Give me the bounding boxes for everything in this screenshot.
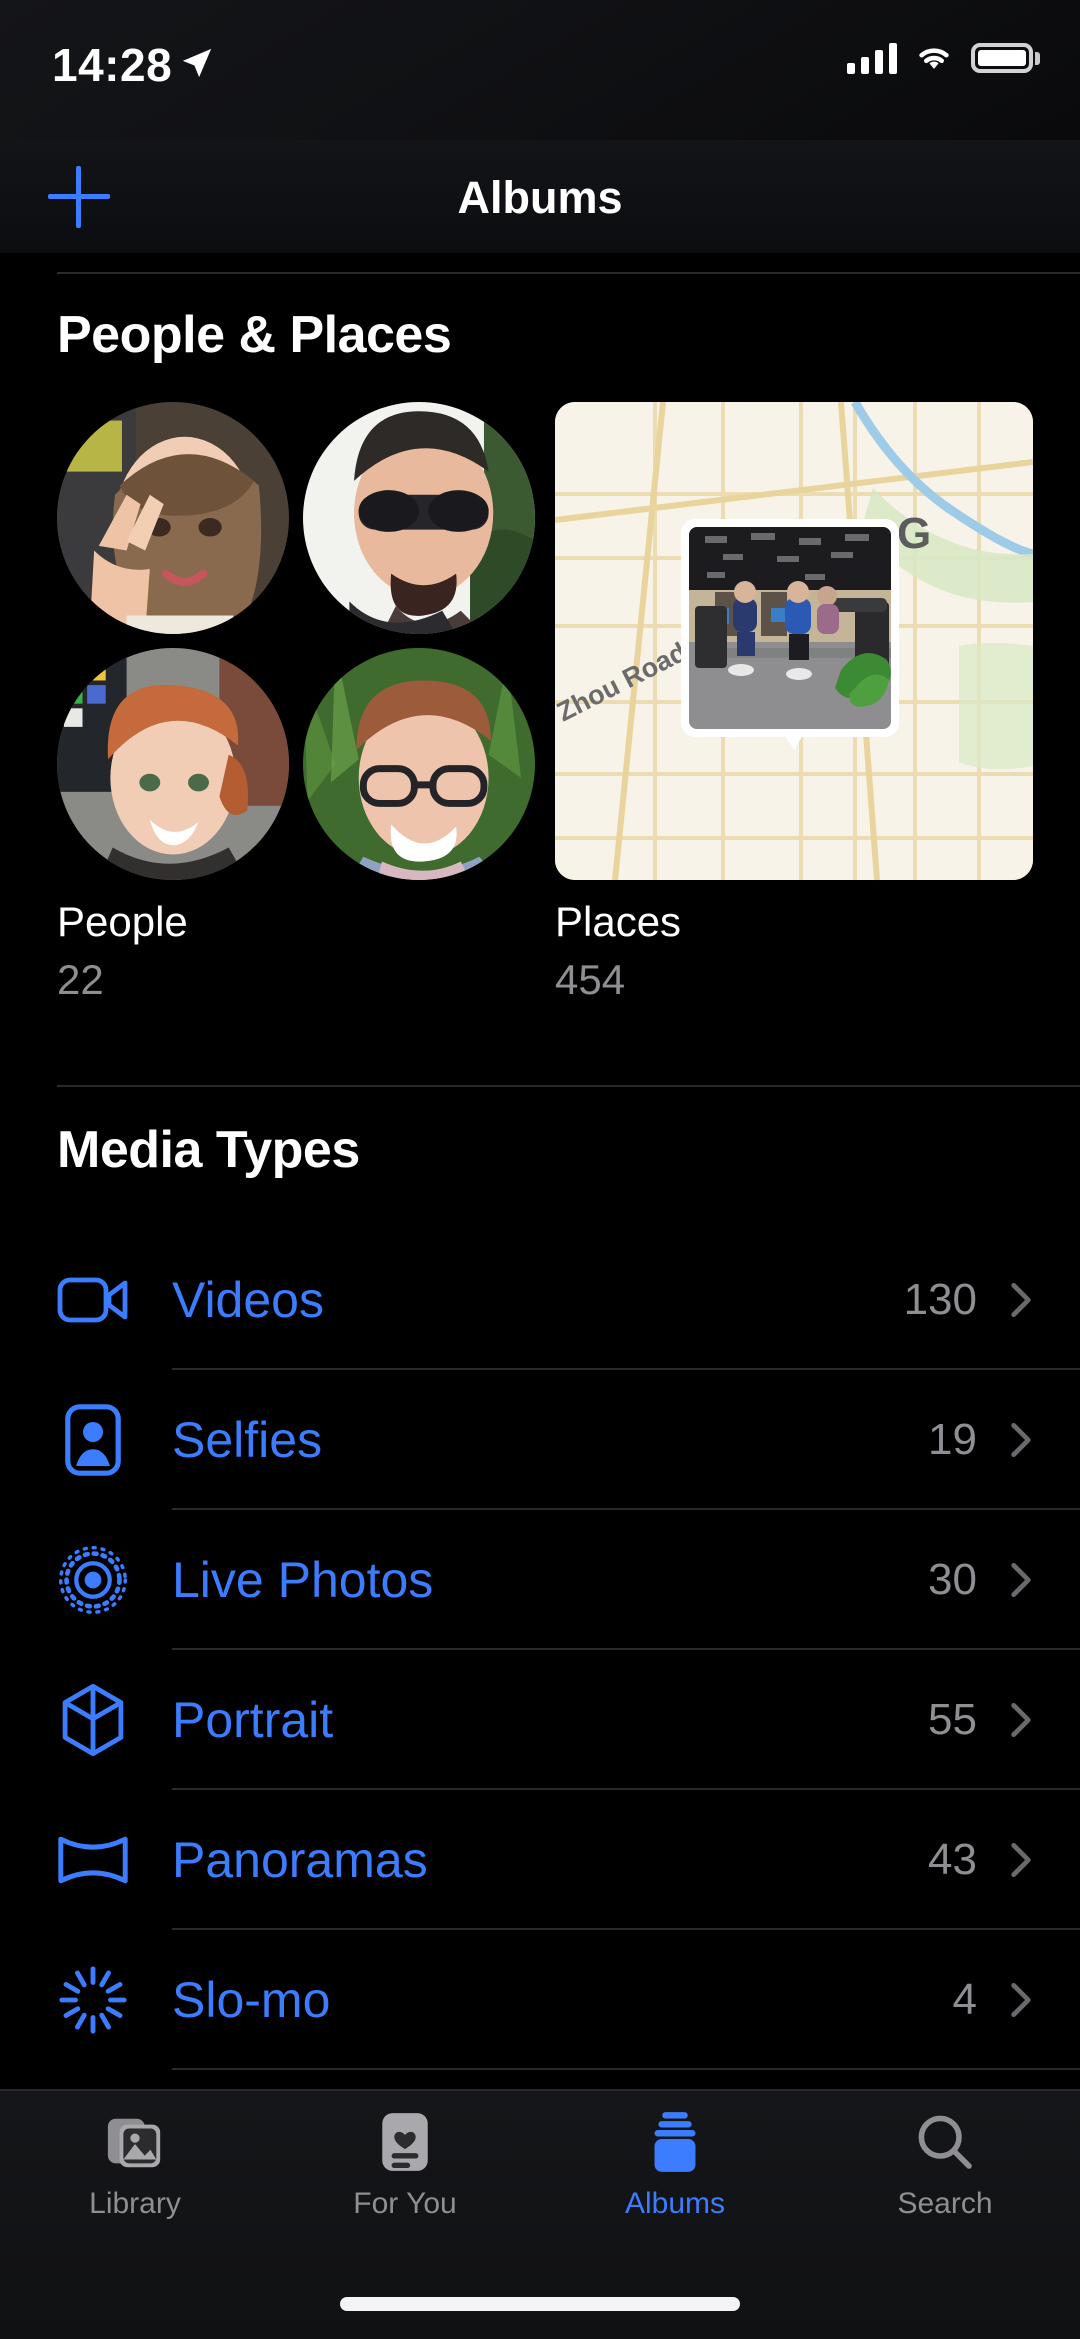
photos-library-icon (104, 2109, 166, 2175)
places-album-label: Places (555, 898, 682, 945)
media-type-label: Portrait (172, 1692, 334, 1748)
cube-portrait-icon (57, 1683, 129, 1757)
media-type-count: 30 (928, 1555, 977, 1604)
slo-mo-burst-icon (57, 1964, 129, 2036)
media-type-row-videos[interactable]: Videos 130 (0, 1230, 1080, 1370)
video-camera-icon (57, 1264, 129, 1336)
media-type-label: Panoramas (172, 1832, 428, 1888)
media-type-row-portrait[interactable]: Portrait 55 (0, 1650, 1080, 1790)
media-types-list: Videos 130 Selfies 19 Live Photos 30 Por… (0, 1230, 1080, 2070)
media-type-count: 130 (903, 1275, 977, 1324)
chevron-right-icon (1011, 1702, 1031, 1738)
media-type-count: 55 (928, 1695, 977, 1744)
row-divider (172, 2068, 1080, 2070)
people-album-label: People (57, 898, 188, 945)
people-album-thumbnails[interactable] (57, 402, 535, 880)
tab-for-you[interactable]: For You (270, 2109, 540, 2251)
tab-albums[interactable]: Albums (540, 2109, 810, 2251)
live-photo-icon (57, 1544, 129, 1616)
face-thumbnail-4 (303, 648, 535, 880)
location-arrow-icon (180, 46, 214, 85)
media-type-label: Videos (172, 1272, 324, 1328)
cellular-signal-icon (847, 42, 897, 74)
chevron-right-icon (1011, 1982, 1031, 2018)
chevron-right-icon (1011, 1562, 1031, 1598)
places-album-count: 454 (555, 956, 626, 1003)
places-album-map[interactable]: Zhou Road G (555, 402, 1033, 880)
tab-search[interactable]: Search (810, 2109, 1080, 2251)
tab-label: Albums (624, 2187, 726, 2220)
navigation-bar: Albums (0, 140, 1080, 253)
photos-albums-screen: 14:28 Albums People & Places Zhou Road G… (0, 0, 1080, 2339)
face-thumbnail-2 (303, 402, 535, 634)
people-album-count: 22 (57, 956, 104, 1003)
media-type-row-selfies[interactable]: Selfies 19 (0, 1370, 1080, 1510)
tab-label: For You (353, 2187, 457, 2220)
svg-text:G: G (897, 509, 931, 558)
home-indicator[interactable] (340, 2297, 740, 2311)
page-title: Albums (457, 172, 623, 223)
media-type-label: Selfies (172, 1412, 323, 1468)
panorama-icon (57, 1824, 129, 1896)
status-bar: 14:28 (0, 0, 1080, 140)
tab-label: Library (89, 2187, 181, 2220)
tab-bar: Library For You Albums Search (0, 2089, 1080, 2339)
tab-label: Search (897, 2187, 993, 2220)
face-thumbnail-1 (57, 402, 289, 634)
magnifier-icon (915, 2109, 975, 2175)
media-type-count: 19 (928, 1415, 977, 1464)
media-type-row-live-photos[interactable]: Live Photos 30 (0, 1510, 1080, 1650)
media-type-row-slo-mo[interactable]: Slo-mo 4 (0, 1930, 1080, 2070)
tab-library[interactable]: Library (0, 2109, 270, 2251)
media-types-section-title: Media Types (57, 1121, 360, 1179)
status-bar-time: 14:28 (52, 39, 173, 91)
nav-separator (57, 272, 1080, 274)
albums-stack-icon (647, 2109, 703, 2175)
section-separator (57, 1085, 1080, 1087)
battery-full-icon (971, 43, 1040, 73)
status-bar-indicators (847, 42, 1040, 74)
chevron-right-icon (1011, 1282, 1031, 1318)
face-thumbnail-3 (57, 648, 289, 880)
media-type-row-panoramas[interactable]: Panoramas 43 (0, 1790, 1080, 1930)
media-type-label: Live Photos (172, 1552, 434, 1608)
media-type-count: 4 (952, 1975, 977, 2024)
wifi-icon (919, 48, 949, 69)
people-places-row: Zhou Road G (0, 402, 1080, 882)
chevron-right-icon (1011, 1422, 1031, 1458)
chevron-right-icon (1011, 1842, 1031, 1878)
media-type-count: 43 (928, 1835, 977, 1884)
selfie-person-icon (57, 1404, 129, 1476)
people-places-section-title: People & Places (57, 306, 452, 364)
for-you-card-icon (377, 2109, 433, 2175)
media-type-label: Slo-mo (172, 1972, 331, 2028)
